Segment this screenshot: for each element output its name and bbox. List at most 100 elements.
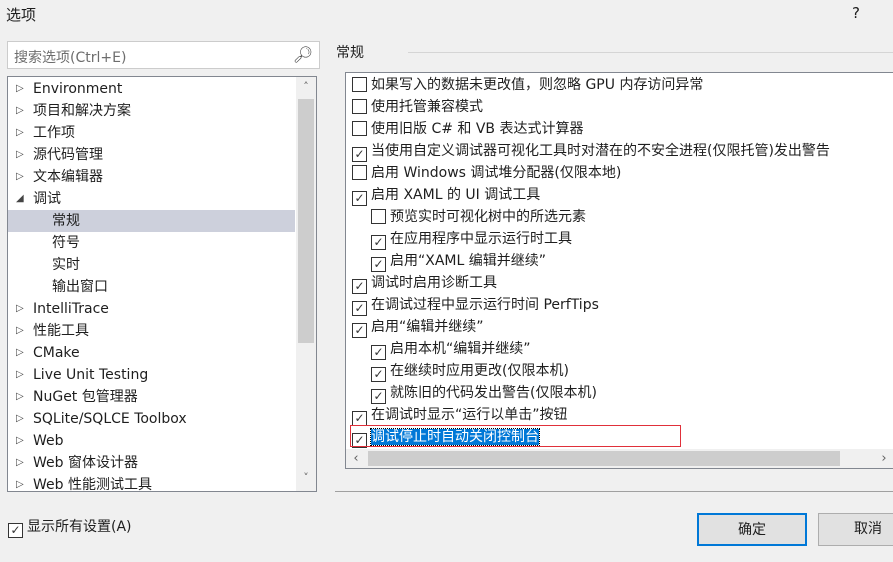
checkbox-checked-icon[interactable]: ✓ — [371, 257, 386, 272]
collapsed-arrow-icon[interactable]: ▷ — [16, 386, 24, 408]
option-checkbox-row[interactable]: ✓ 当使用自定义调试器可视化工具时对潜在的不安全进程(仅限托管)发出警告 — [352, 140, 830, 162]
option-label: 调试时启用诊断工具 — [371, 275, 497, 291]
option-label: 启用 XAML 的 UI 调试工具 — [371, 187, 541, 203]
tree-item[interactable]: ▷ SQLite/SQLCE Toolbox — [8, 408, 295, 430]
option-checkbox-row[interactable]: 使用旧版 C# 和 VB 表达式计算器 — [352, 118, 584, 140]
collapsed-arrow-icon[interactable]: ▷ — [16, 474, 24, 491]
collapsed-arrow-icon[interactable]: ▷ — [16, 342, 24, 364]
tree-item[interactable]: ▷ 项目和解决方案 — [8, 100, 295, 122]
tree-item[interactable]: ▷ 工作项 — [8, 122, 295, 144]
option-checkbox-row[interactable]: ✓ 启用“XAML 编辑并继续” — [371, 250, 546, 272]
option-label: 在调试过程中显示运行时间 PerfTips — [371, 297, 599, 313]
tree-item-label: IntelliTrace — [33, 301, 109, 317]
checkbox-checked-icon[interactable]: ✓ — [352, 279, 367, 294]
collapsed-arrow-icon[interactable]: ▷ — [16, 452, 24, 474]
option-checkbox-row[interactable]: ✓ 启用“编辑并继续” — [352, 316, 484, 338]
checkbox-checked-icon[interactable]: ✓ — [352, 323, 367, 338]
tree-item[interactable]: ▷ 文本编辑器 — [8, 166, 295, 188]
checkbox-checked-icon[interactable]: ✓ — [371, 235, 386, 250]
option-checkbox-row[interactable]: ✓ 就陈旧的代码发出警告(仅限本机) — [371, 382, 597, 404]
cancel-button[interactable]: 取消 — [818, 513, 893, 546]
collapsed-arrow-icon[interactable]: ▷ — [16, 100, 24, 122]
option-label: 如果写入的数据未更改值，则忽略 GPU 内存访问异常 — [371, 77, 704, 93]
collapsed-arrow-icon[interactable]: ▷ — [16, 430, 24, 452]
option-checkbox-row[interactable]: 启用 Windows 调试堆分配器(仅限本地) — [352, 162, 621, 184]
checkbox-checked-icon[interactable]: ✓ — [352, 147, 367, 162]
option-checkbox-row[interactable]: 如果写入的数据未更改值，则忽略 GPU 内存访问异常 — [352, 74, 703, 96]
tree-item-label: 源代码管理 — [33, 147, 103, 163]
tree-item[interactable]: ◢ 调试 — [8, 188, 295, 210]
options-hscrollbar[interactable]: ‹ › — [346, 449, 893, 468]
section-title: 常规 — [336, 45, 364, 61]
tree-item[interactable]: ▷ IntelliTrace — [8, 298, 295, 320]
collapsed-arrow-icon[interactable]: ▷ — [16, 166, 24, 188]
tree-item[interactable]: ▷ Web — [8, 430, 295, 452]
checkbox-checked-icon[interactable]: ✓ — [371, 345, 386, 360]
search-icon[interactable]: 🔎︎ — [293, 45, 313, 64]
collapsed-arrow-icon[interactable]: ▷ — [16, 408, 24, 430]
options-list[interactable]: 如果写入的数据未更改值，则忽略 GPU 内存访问异常 使用托管兼容模式使用旧版 C… — [345, 72, 893, 469]
show-all-settings-checkbox[interactable]: ✓ 显示所有设置(A) — [8, 516, 132, 538]
tree-item-label: 文本编辑器 — [33, 169, 103, 185]
collapsed-arrow-icon[interactable]: ▷ — [16, 298, 24, 320]
tree-item-label: Environment — [33, 81, 123, 97]
tree-item[interactable]: 输出窗口 — [8, 276, 295, 298]
tree-item[interactable]: ▷ CMake — [8, 342, 295, 364]
collapsed-arrow-icon[interactable]: ▷ — [16, 320, 24, 342]
option-checkbox-row[interactable]: ✓ 在应用程序中显示运行时工具 — [371, 228, 572, 250]
checkbox-checked-icon[interactable]: ✓ — [352, 411, 367, 426]
search-placeholder: 搜索选项(Ctrl+E) — [14, 50, 127, 66]
checkbox-unchecked-icon[interactable] — [352, 77, 367, 92]
scroll-up-icon[interactable]: ˄ — [296, 80, 316, 93]
collapsed-arrow-icon[interactable]: ▷ — [16, 364, 24, 386]
option-checkbox-row[interactable]: ✓ 在调试时显示“运行以单击”按钮 — [352, 404, 568, 426]
checkbox-checked-icon[interactable]: ✓ — [352, 301, 367, 316]
hscroll-thumb[interactable] — [368, 451, 840, 466]
tree-scrollbar[interactable]: ˄ ˅ — [296, 77, 316, 491]
search-input[interactable]: 搜索选项(Ctrl+E) 🔎︎ — [7, 41, 320, 69]
tree-item[interactable]: ▷ Environment — [8, 78, 295, 100]
collapsed-arrow-icon[interactable]: ▷ — [16, 122, 24, 144]
option-checkbox-row[interactable]: 预览实时可视化树中的所选元素 — [371, 206, 586, 228]
checkbox-unchecked-icon[interactable] — [352, 121, 367, 136]
tree-item[interactable]: ▷ 性能工具 — [8, 320, 295, 342]
scroll-down-icon[interactable]: ˅ — [296, 471, 316, 484]
option-checkbox-row[interactable]: ✓ 启用 XAML 的 UI 调试工具 — [352, 184, 540, 206]
checkbox-icon[interactable]: ✓ — [8, 523, 23, 538]
checkbox-checked-icon[interactable]: ✓ — [371, 367, 386, 382]
tree-item[interactable]: ▷ 源代码管理 — [8, 144, 295, 166]
option-label: 使用旧版 C# 和 VB 表达式计算器 — [371, 121, 584, 137]
option-label: 启用 Windows 调试堆分配器(仅限本地) — [371, 165, 622, 181]
tree-item[interactable]: 符号 — [8, 232, 295, 254]
tree-scroll-thumb[interactable] — [298, 99, 314, 343]
tree-item[interactable]: ▷ Web 窗体设计器 — [8, 452, 295, 474]
help-button[interactable]: ? — [852, 4, 860, 22]
option-checkbox-row[interactable]: ✓ 在调试过程中显示运行时间 PerfTips — [352, 294, 599, 316]
expanded-arrow-icon[interactable]: ◢ — [16, 188, 24, 210]
option-label: 使用托管兼容模式 — [371, 99, 483, 115]
tree-item[interactable]: ▷ Web 性能测试工具 — [8, 474, 295, 491]
tree-item[interactable]: ▷ Live Unit Testing — [8, 364, 295, 386]
checkbox-unchecked-icon[interactable] — [352, 99, 367, 114]
tree-item[interactable]: ▷ NuGet 包管理器 — [8, 386, 295, 408]
checkbox-checked-icon[interactable]: ✓ — [371, 389, 386, 404]
checkbox-checked-icon[interactable]: ✓ — [352, 191, 367, 206]
tree-item-label: 性能工具 — [33, 323, 89, 339]
option-checkbox-row[interactable]: ✓ 调试时启用诊断工具 — [352, 272, 497, 294]
option-checkbox-row[interactable]: 使用托管兼容模式 — [352, 96, 483, 118]
tree-item[interactable]: 常规 — [8, 210, 295, 232]
option-label: 启用本机“编辑并继续” — [390, 341, 531, 357]
checkbox-unchecked-icon[interactable] — [371, 209, 386, 224]
tree-item-label: 项目和解决方案 — [33, 103, 131, 119]
tree-item[interactable]: 实时 — [8, 254, 295, 276]
tree-item-label: 常规 — [52, 213, 80, 229]
ok-button[interactable]: 确定 — [697, 513, 807, 546]
collapsed-arrow-icon[interactable]: ▷ — [16, 78, 24, 100]
options-tree[interactable]: ▷ Environment ▷ 项目和解决方案 ▷ 工作项 ▷ 源代码管理 ▷ 文本编辑器 ◢ 调试常… — [7, 76, 317, 492]
option-checkbox-row[interactable]: ✓ 启用本机“编辑并继续” — [371, 338, 531, 360]
scroll-left-icon[interactable]: ‹ — [346, 451, 366, 466]
option-checkbox-row[interactable]: ✓ 在继续时应用更改(仅限本机) — [371, 360, 569, 382]
collapsed-arrow-icon[interactable]: ▷ — [16, 144, 24, 166]
scroll-right-icon[interactable]: › — [874, 451, 893, 466]
checkbox-unchecked-icon[interactable] — [352, 165, 367, 180]
